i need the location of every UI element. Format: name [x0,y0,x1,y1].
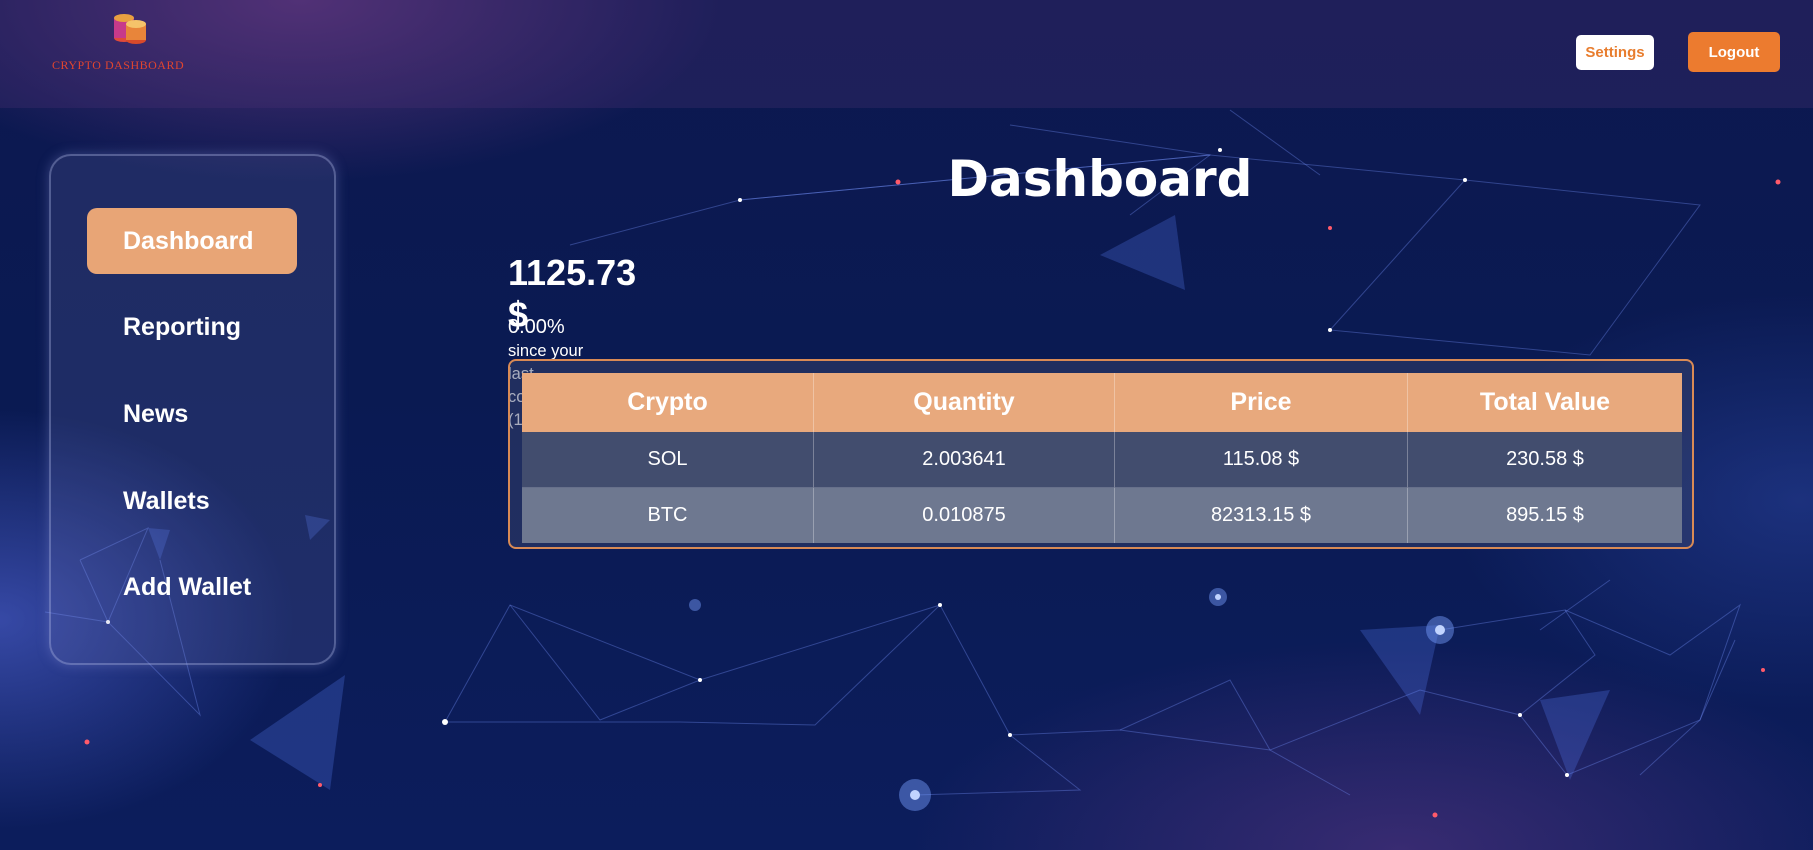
column-header-crypto: Crypto [522,373,814,432]
change-percent: 0.00% [508,316,565,338]
logo[interactable]: CRYPTO DASHBOARD [52,10,212,80]
sidebar-item-news[interactable]: News [87,381,297,447]
holdings-table-container: Crypto Quantity Price Total Value SOL 2.… [508,359,1694,549]
table-row[interactable]: BTC 0.010875 82313.15 $ 895.15 $ [522,487,1682,543]
sidebar: Dashboard Reporting News Wallets Add Wal… [49,154,336,665]
cell-total-value: 230.58 $ [1407,432,1682,488]
cell-total-value: 895.15 $ [1407,487,1682,543]
sidebar-item-add-wallet[interactable]: Add Wallet [87,554,297,620]
table-row[interactable]: SOL 2.003641 115.08 $ 230.58 $ [522,432,1682,488]
holdings-table: Crypto Quantity Price Total Value SOL 2.… [522,373,1682,543]
cell-quantity: 2.003641 [813,432,1115,488]
top-bar: CRYPTO DASHBOARD Settings Logout [0,0,1813,108]
page-title: Dashboard [947,150,1253,208]
cell-price: 82313.15 $ [1114,487,1408,543]
column-header-price: Price [1114,373,1408,432]
cell-price: 115.08 $ [1114,432,1408,488]
logout-button[interactable]: Logout [1688,32,1780,72]
cell-crypto: BTC [522,487,814,543]
cell-quantity: 0.010875 [813,487,1115,543]
cell-crypto: SOL [522,432,814,488]
sidebar-item-dashboard[interactable]: Dashboard [87,208,297,274]
sidebar-item-reporting[interactable]: Reporting [87,294,297,360]
logo-text: CRYPTO DASHBOARD [52,58,185,72]
sidebar-item-wallets[interactable]: Wallets [87,468,297,534]
column-header-quantity: Quantity [813,373,1115,432]
table-header-row: Crypto Quantity Price Total Value [522,373,1682,432]
coins-icon [114,14,146,44]
settings-button[interactable]: Settings [1576,35,1654,70]
column-header-total-value: Total Value [1407,373,1682,432]
